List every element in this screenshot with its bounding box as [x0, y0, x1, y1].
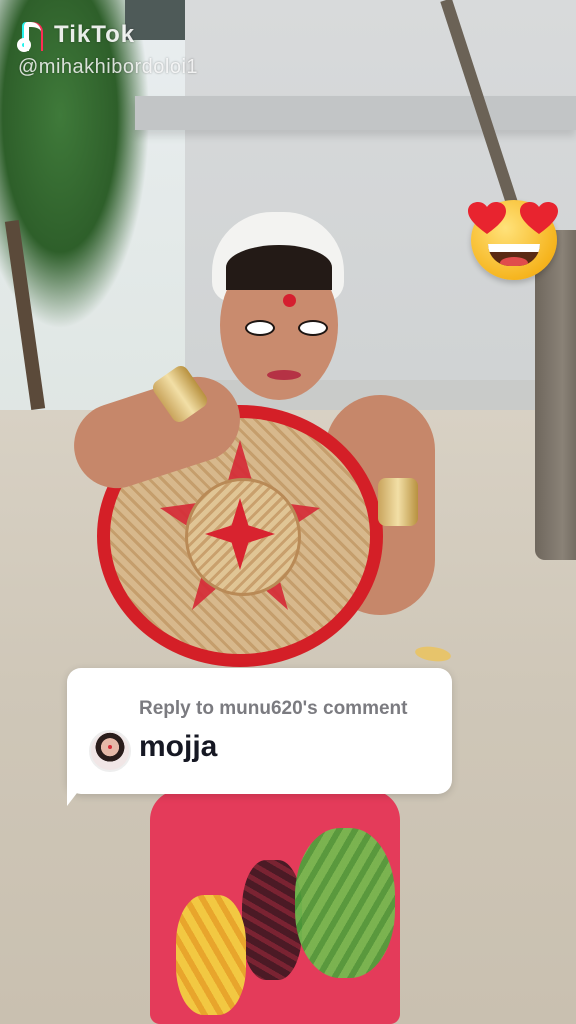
tiktok-brand-text: TikTok [54, 21, 136, 48]
creator-handle: @mihakhibordoloi1 [18, 56, 199, 78]
commenter-avatar[interactable] [89, 730, 131, 772]
reply-to-label: Reply to munu620's comment [139, 698, 408, 719]
heart-icon [468, 202, 506, 234]
reply-comment-sticker[interactable]: Reply to munu620's comment mojja [67, 668, 452, 794]
bindi-dot [283, 294, 296, 307]
hair [226, 245, 332, 290]
heart-icon [520, 202, 558, 234]
lips [267, 370, 301, 380]
tiktok-watermark: TikTok @mihakhibordoloi1 [17, 20, 199, 79]
comment-text: mojja [139, 730, 218, 763]
video-frame[interactable] [0, 0, 576, 1024]
dress-motif-dark [242, 860, 302, 980]
gold-bangle-right [378, 478, 418, 526]
right-eye [298, 320, 328, 336]
heart-eyes-emoji-icon [468, 194, 560, 284]
wall-ledge [135, 96, 576, 130]
left-eye [245, 320, 275, 336]
dress-motif-yellow [176, 895, 246, 1015]
dress-motif-green [295, 828, 395, 978]
reply-bubble-tail [67, 780, 87, 806]
tiktok-logo-icon [17, 20, 48, 52]
